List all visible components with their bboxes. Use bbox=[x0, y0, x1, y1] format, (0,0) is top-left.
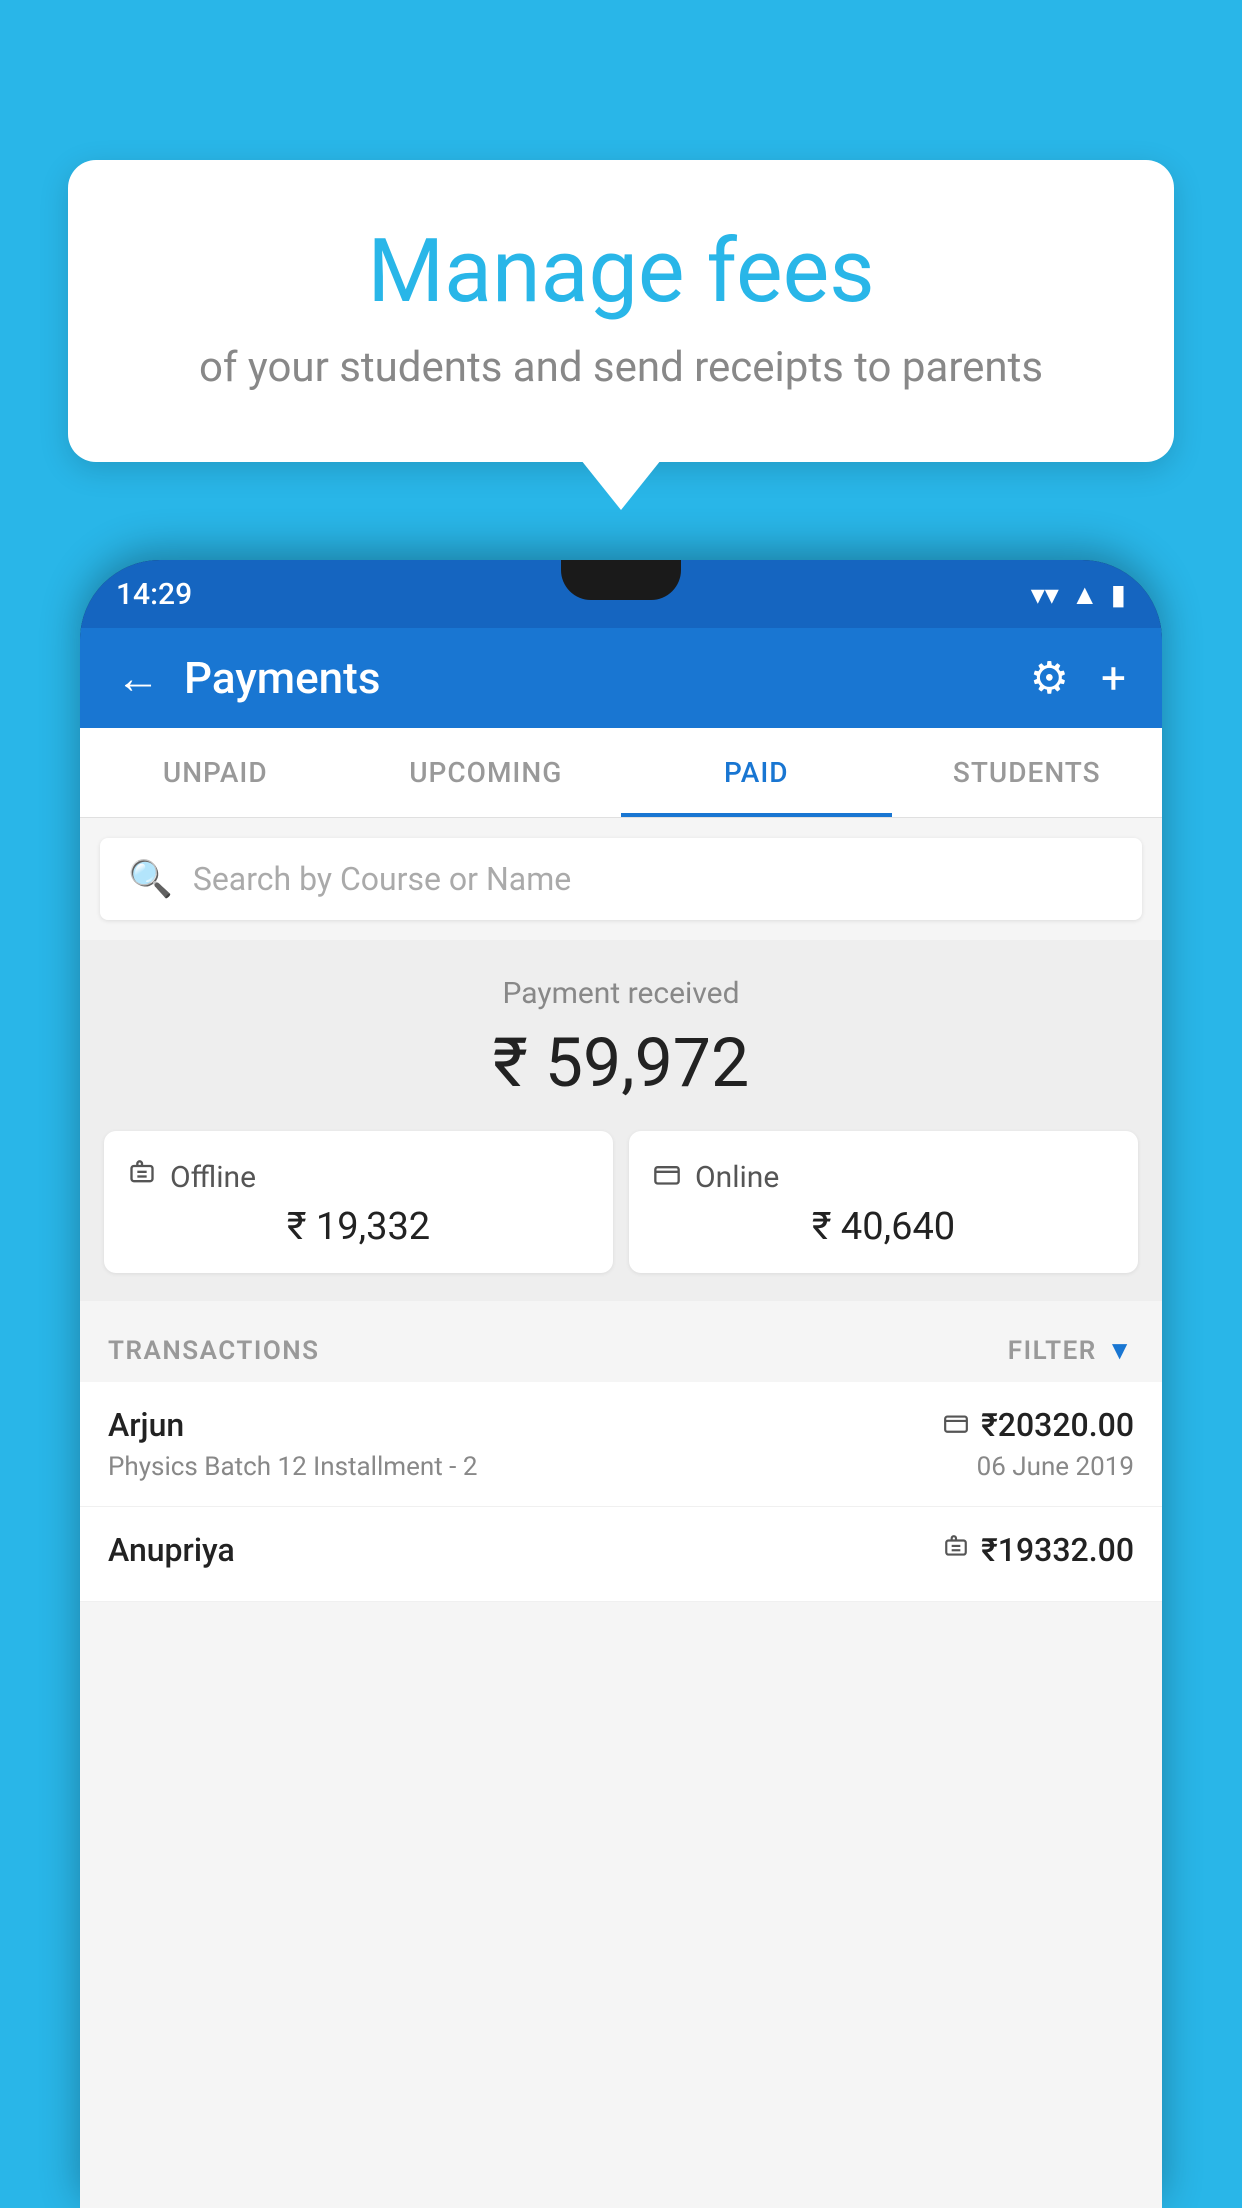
header-title: Payments bbox=[184, 652, 380, 704]
transaction-amount: ₹20320.00 bbox=[981, 1406, 1134, 1444]
transaction-amount-container: ₹20320.00 bbox=[943, 1406, 1134, 1444]
transaction-amount-container: ₹19332.00 bbox=[943, 1531, 1134, 1569]
offline-card-header: Offline bbox=[128, 1159, 589, 1195]
tab-paid[interactable]: PAID bbox=[621, 728, 892, 817]
back-icon[interactable]: ← bbox=[116, 652, 160, 704]
offline-card: Offline ₹ 19,332 bbox=[104, 1131, 613, 1273]
wifi-icon: ▾▾ bbox=[1031, 578, 1059, 611]
transaction-item[interactable]: Anupriya ₹19332.00 bbox=[80, 1507, 1162, 1602]
tab-upcoming[interactable]: UPCOMING bbox=[351, 728, 622, 817]
filter-button[interactable]: FILTER ▼ bbox=[1008, 1335, 1134, 1366]
transaction-detail: Physics Batch 12 Installment - 2 bbox=[108, 1452, 477, 1482]
add-icon[interactable]: + bbox=[1101, 652, 1126, 704]
transaction-online-icon bbox=[943, 1409, 969, 1442]
status-bar-time: 14:29 bbox=[116, 577, 192, 612]
transaction-row-bottom: Physics Batch 12 Installment - 2 06 June… bbox=[108, 1452, 1134, 1482]
transaction-list: Arjun ₹20320.00 Physics Batch 12 Install… bbox=[80, 1382, 1162, 1602]
payment-received-label: Payment received bbox=[100, 976, 1142, 1011]
offline-icon bbox=[128, 1159, 156, 1195]
search-placeholder-text: Search by Course or Name bbox=[193, 860, 571, 898]
phone-frame: 14:29 ▾▾ ▲ ▮ ← Payments ⚙ + UNPAID UPCOM… bbox=[80, 560, 1162, 2208]
tab-unpaid[interactable]: UNPAID bbox=[80, 728, 351, 817]
payment-received-amount: ₹ 59,972 bbox=[100, 1023, 1142, 1103]
notch bbox=[561, 560, 681, 600]
transaction-amount: ₹19332.00 bbox=[981, 1531, 1134, 1569]
status-bar-icons: ▾▾ ▲ ▮ bbox=[1031, 578, 1126, 611]
tab-students[interactable]: STUDENTS bbox=[892, 728, 1163, 817]
screen-content: 🔍 Search by Course or Name Payment recei… bbox=[80, 818, 1162, 2208]
speech-bubble: Manage fees of your students and send re… bbox=[68, 160, 1174, 462]
transaction-offline-icon bbox=[943, 1534, 969, 1567]
transaction-date: 06 June 2019 bbox=[977, 1452, 1134, 1482]
signal-icon: ▲ bbox=[1071, 578, 1099, 611]
search-icon: 🔍 bbox=[128, 858, 173, 900]
offline-label: Offline bbox=[170, 1160, 256, 1195]
transactions-header: TRANSACTIONS FILTER ▼ bbox=[80, 1311, 1162, 1382]
app-header: ← Payments ⚙ + bbox=[80, 628, 1162, 728]
online-card-header: Online bbox=[653, 1159, 1114, 1195]
speech-bubble-title: Manage fees bbox=[128, 220, 1114, 323]
offline-amount: ₹ 19,332 bbox=[128, 1205, 589, 1249]
transaction-name: Anupriya bbox=[108, 1531, 235, 1569]
battery-icon: ▮ bbox=[1111, 578, 1126, 611]
transactions-label: TRANSACTIONS bbox=[108, 1336, 320, 1366]
filter-label: FILTER bbox=[1008, 1336, 1097, 1366]
online-card: Online ₹ 40,640 bbox=[629, 1131, 1138, 1273]
search-bar[interactable]: 🔍 Search by Course or Name bbox=[100, 838, 1142, 920]
tabs-container: UNPAID UPCOMING PAID STUDENTS bbox=[80, 728, 1162, 818]
payment-cards: Offline ₹ 19,332 Online bbox=[100, 1131, 1142, 1273]
transaction-row-top: Arjun ₹20320.00 bbox=[108, 1406, 1134, 1444]
settings-icon[interactable]: ⚙ bbox=[1030, 652, 1069, 704]
filter-icon: ▼ bbox=[1107, 1335, 1134, 1366]
header-left: ← Payments bbox=[116, 652, 380, 704]
online-label: Online bbox=[695, 1160, 779, 1195]
payment-summary: Payment received ₹ 59,972 bbox=[80, 940, 1162, 1301]
transaction-row-top: Anupriya ₹19332.00 bbox=[108, 1531, 1134, 1569]
transaction-item[interactable]: Arjun ₹20320.00 Physics Batch 12 Install… bbox=[80, 1382, 1162, 1507]
speech-bubble-subtitle: of your students and send receipts to pa… bbox=[128, 343, 1114, 392]
status-bar: 14:29 ▾▾ ▲ ▮ bbox=[80, 560, 1162, 628]
online-icon bbox=[653, 1159, 681, 1195]
transaction-name: Arjun bbox=[108, 1406, 184, 1444]
online-amount: ₹ 40,640 bbox=[653, 1205, 1114, 1249]
header-right: ⚙ + bbox=[1030, 652, 1126, 704]
